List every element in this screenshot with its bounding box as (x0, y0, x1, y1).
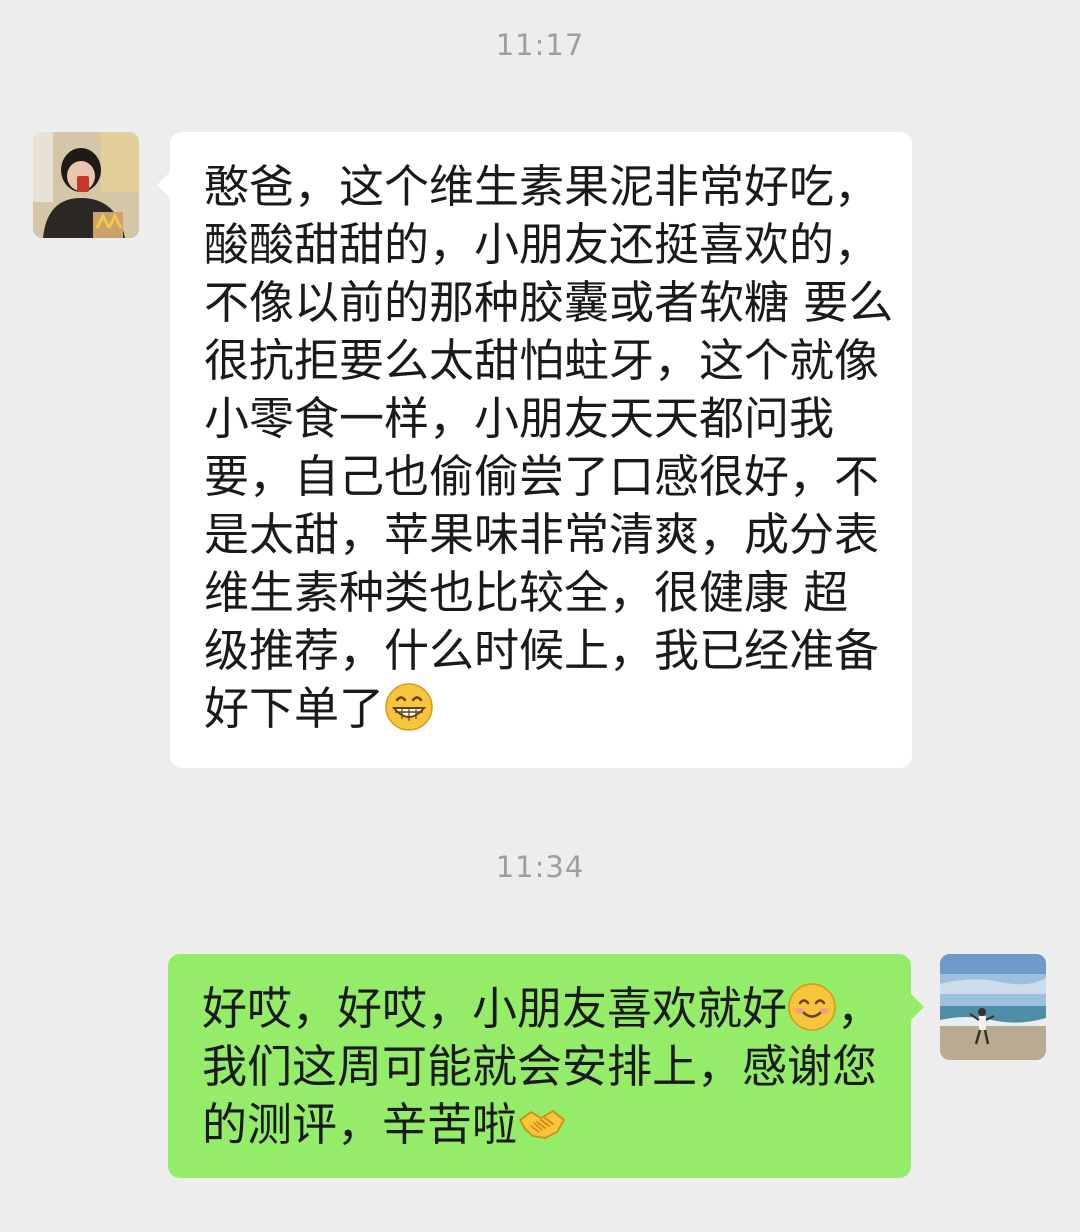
message-timestamp: 11:34 (495, 850, 585, 884)
message-line: 级推荐，什么时候上，我已经准备 (204, 624, 880, 677)
message-line-last: 好下单了 (204, 680, 878, 738)
message-line: 我们这周可能就会安排上，感谢您 (202, 1040, 878, 1093)
chat-window: 11:17 憨爸，这个维生素果泥非常好吃， 酸酸甜甜的，小朋友还挺喜欢的， 不像… (0, 0, 1080, 1232)
outgoing-message-bubble[interactable]: 好哎，好哎，小朋友喜欢就好 ， 我们这周可能就会安排上，感谢您 的测评，辛苦啦 (168, 954, 924, 1178)
incoming-message-bubble[interactable]: 憨爸，这个维生素果泥非常好吃， 酸酸甜甜的，小朋友还挺喜欢的， 不像以前的那种胶… (157, 132, 912, 768)
message-line: 要，自己也偷偷尝了口感很好，不 (204, 450, 880, 503)
self-avatar[interactable] (940, 954, 1046, 1060)
message-line: 不像以前的那种胶囊或者软糖 要么 (204, 276, 894, 329)
contact-avatar-photo-icon (33, 132, 139, 238)
message-timestamp: 11:17 (495, 28, 585, 62)
message-line: 的测评，辛苦啦 (202, 1096, 877, 1154)
self-avatar-beach-photo-icon (940, 954, 1046, 1060)
message-line: 憨爸，这个维生素果泥非常好吃， (204, 160, 880, 213)
smiling-face-emoji-icon (788, 983, 836, 1031)
message-line-text: 好哎，好哎，小朋友喜欢就好 (202, 982, 788, 1035)
message-line: 酸酸甜甜的，小朋友还挺喜欢的， (204, 218, 880, 271)
message-line: 很抗拒要么太甜怕蛀牙，这个就像 (204, 334, 880, 387)
grinning-face-emoji-icon (385, 683, 433, 731)
message-line-text: 好下单了 (204, 682, 385, 735)
message-line-text: 的测评，辛苦啦 (202, 1098, 518, 1151)
contact-avatar[interactable] (33, 132, 139, 238)
message-line: 小零食一样，小朋友天天都问我 (204, 392, 835, 445)
handshake-emoji-icon (519, 1110, 565, 1139)
message-line: 好哎，好哎，小朋友喜欢就好 ， (202, 980, 882, 1038)
message-line-text: ， (837, 982, 883, 1035)
message-line: 是太甜，苹果味非常清爽，成分表 (204, 508, 880, 561)
message-line: 维生素种类也比较全，很健康 超 (204, 566, 849, 619)
